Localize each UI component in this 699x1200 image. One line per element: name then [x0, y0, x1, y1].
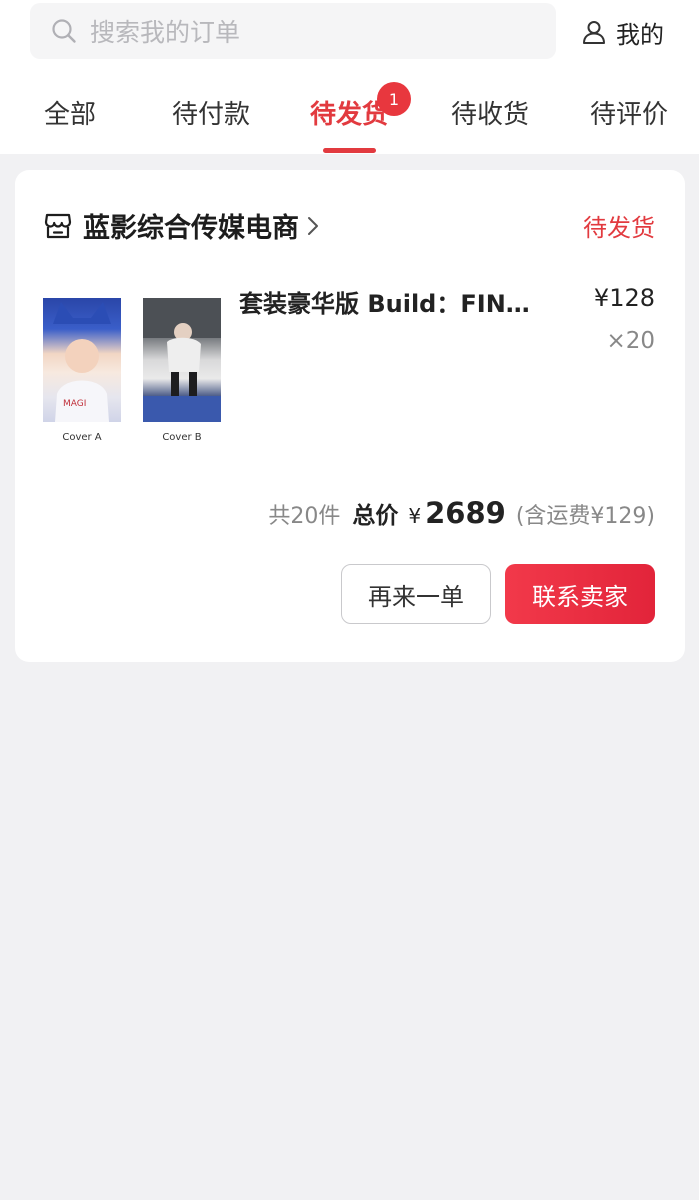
tab-pending-review[interactable]: 待评价 [590, 94, 668, 131]
user-icon [580, 18, 608, 46]
product-thumbnails[interactable]: MAGI Cover A Cover B [43, 298, 228, 458]
me-button[interactable]: 我的 [580, 10, 664, 54]
order-card[interactable]: 蓝影综合传媒电商 待发货 MAGI Cover A Cover B 套装豪华版 … [15, 170, 685, 662]
store-icon [43, 211, 73, 241]
reorder-button[interactable]: 再来一单 [341, 564, 491, 624]
active-tab-indicator [323, 148, 376, 153]
product-image-cover-a: MAGI [43, 298, 121, 422]
order-tabs: 全部 待付款 待发货 待收货 待评价 [0, 80, 699, 154]
search-input[interactable]: 搜索我的订单 [30, 3, 556, 59]
me-label: 我的 [616, 20, 664, 49]
thumbnail-caption: Cover A [62, 432, 102, 443]
contact-seller-button[interactable]: 联系卖家 [505, 564, 655, 624]
product-image-cover-b [143, 298, 221, 422]
order-status: 待发货 [583, 214, 655, 242]
tab-badge: 1 [377, 82, 411, 116]
tab-all[interactable]: 全部 [44, 94, 96, 131]
product-title[interactable]: 套装豪华版 Build：FIN… [239, 284, 539, 319]
chevron-right-icon [307, 215, 321, 237]
svg-text:MAGI: MAGI [63, 399, 86, 409]
item-count: 共20件 [268, 504, 341, 529]
total-label: 总价 [352, 503, 399, 529]
total-amount: 2689 [425, 496, 506, 530]
search-icon [50, 17, 78, 45]
order-summary: 共20件 总价 ¥ 2689 (含运费¥129) [268, 496, 655, 530]
currency-symbol: ¥ [408, 504, 422, 528]
product-price: ¥128 [593, 284, 655, 312]
shop-link[interactable]: 蓝影综合传媒电商 [43, 206, 321, 245]
tab-pending-receipt[interactable]: 待收货 [451, 94, 529, 131]
top-bar: 搜索我的订单 我的 全部 待付款 待发货 待收货 待评价 1 [0, 0, 699, 154]
shop-name: 蓝影综合传媒电商 [83, 213, 299, 244]
shipping-fee: (含运费¥129) [515, 504, 655, 529]
thumbnail-caption: Cover B [162, 432, 202, 443]
product-quantity: ×20 [606, 328, 655, 354]
search-placeholder: 搜索我的订单 [90, 18, 241, 47]
tab-pending-payment[interactable]: 待付款 [172, 94, 250, 131]
